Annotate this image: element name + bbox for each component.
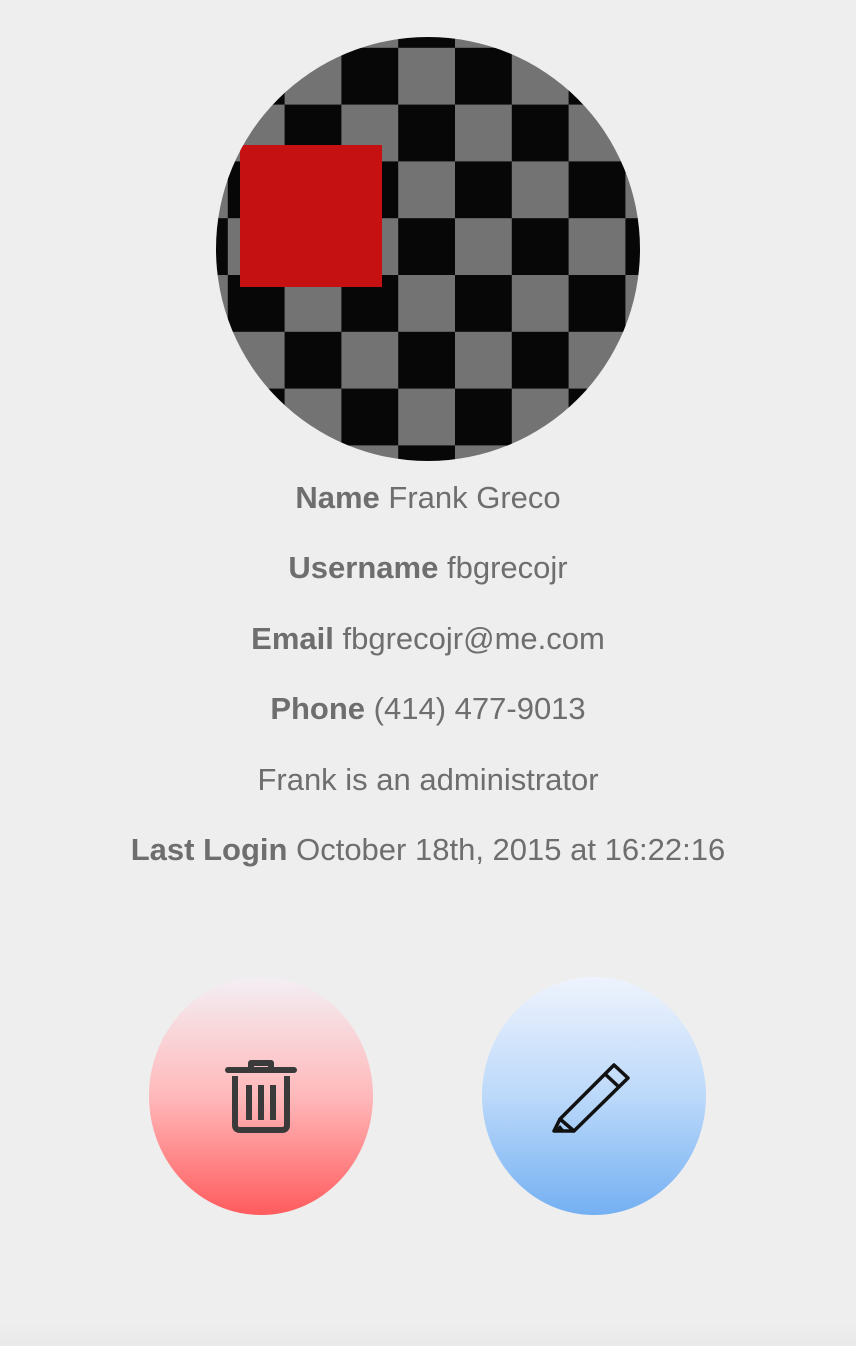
last-login-label: Last Login bbox=[130, 831, 288, 867]
bottom-edge bbox=[0, 1322, 856, 1346]
email-row: Email fbgrecojr@me.com bbox=[0, 611, 856, 681]
name-row: Name Frank Greco bbox=[0, 470, 856, 540]
edit-button[interactable] bbox=[482, 977, 706, 1215]
name-label: Name bbox=[295, 480, 380, 515]
username-value: fbgrecojr bbox=[446, 550, 568, 586]
last-login-row: Last Login October 18th, 2015 at 16:22:1… bbox=[0, 822, 856, 892]
email-label: Email bbox=[251, 620, 334, 656]
email-value: fbgrecojr@me.com bbox=[342, 620, 605, 656]
avatar bbox=[216, 37, 640, 461]
name-value: Frank Greco bbox=[388, 480, 561, 515]
delete-button[interactable] bbox=[149, 977, 373, 1215]
username-label: Username bbox=[288, 550, 439, 586]
phone-row: Phone (414) 477-9013 bbox=[0, 681, 856, 751]
trash-icon bbox=[225, 1058, 297, 1134]
role-text: Frank is an administrator bbox=[257, 761, 599, 797]
role-row: Frank is an administrator bbox=[0, 752, 856, 822]
profile-info: Name Frank Greco Username fbgrecojr Emai… bbox=[0, 470, 856, 892]
phone-label: Phone bbox=[270, 691, 366, 727]
last-login-value: October 18th, 2015 at 16:22:16 bbox=[296, 831, 726, 867]
avatar-image bbox=[216, 37, 640, 461]
phone-value: (414) 477-9013 bbox=[373, 691, 586, 727]
pencil-icon bbox=[552, 1059, 636, 1133]
username-row: Username fbgrecojr bbox=[0, 540, 856, 610]
